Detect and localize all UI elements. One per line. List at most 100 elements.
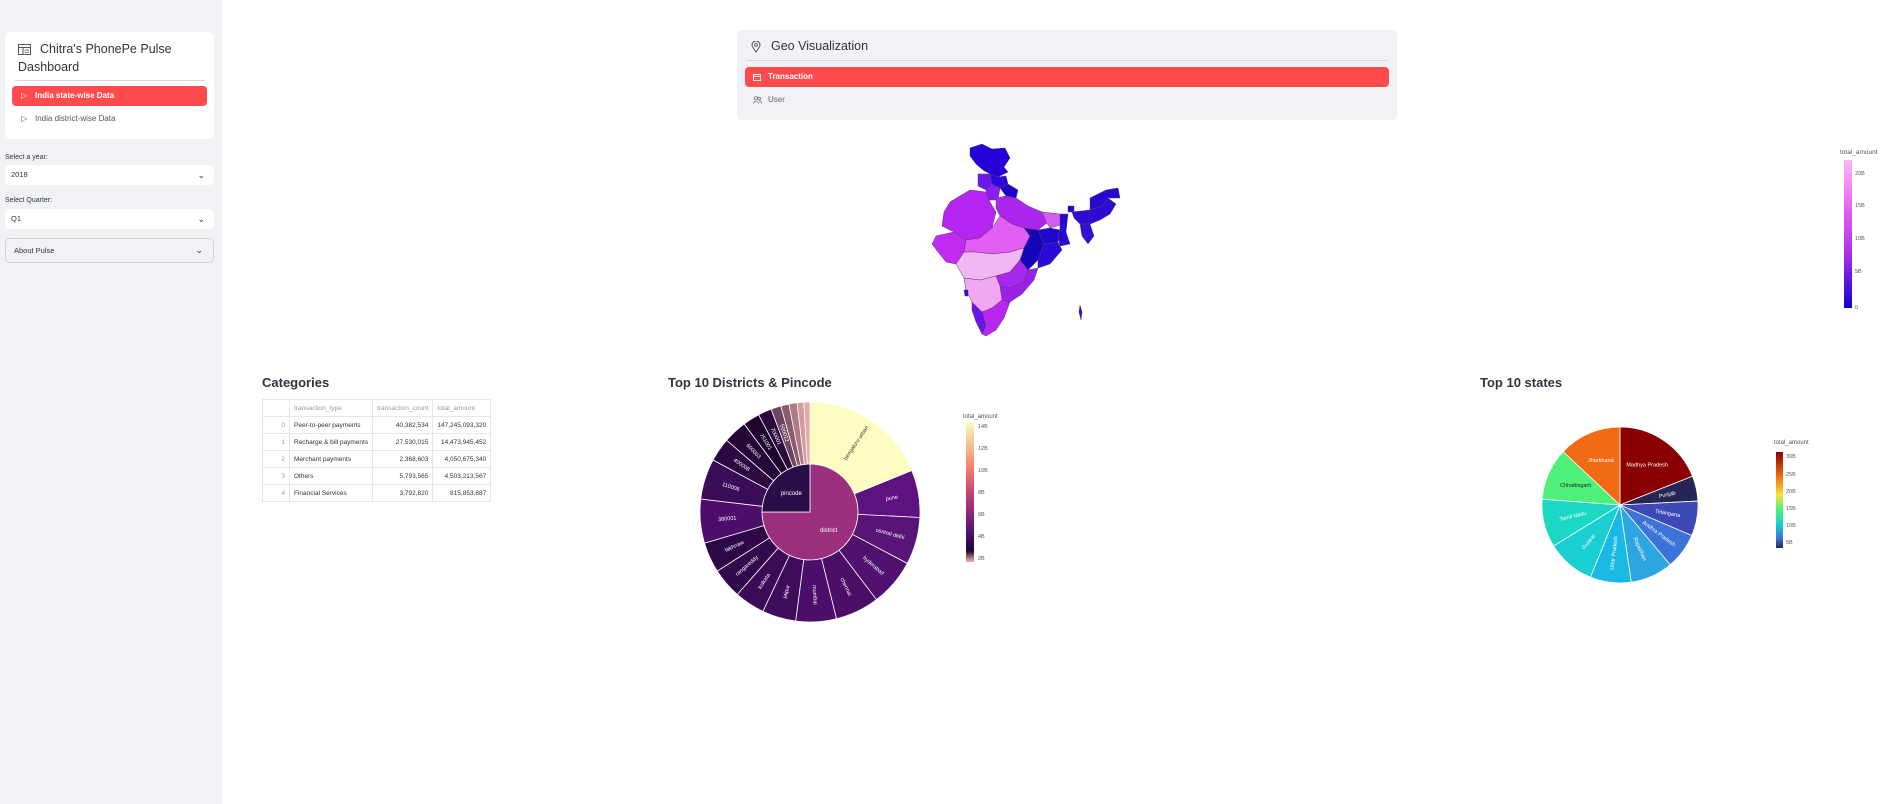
geo-menu: Geo Visualization Transaction User bbox=[737, 30, 1397, 120]
pie-slice-label: Jharkhand bbox=[1588, 458, 1614, 464]
map-colorbar-tick: 5B bbox=[1855, 269, 1862, 275]
sunburst-colorbar-tick: 4B bbox=[978, 534, 985, 540]
map-region-sikkim[interactable] bbox=[1067, 205, 1075, 213]
pie-colorbar-tick: 20B bbox=[1786, 489, 1796, 495]
map-region-andaman[interactable] bbox=[1078, 304, 1083, 321]
table-cell: 1 bbox=[262, 433, 290, 451]
map-colorbar-tick: 15B bbox=[1855, 203, 1865, 209]
sunburst-colorbar-tick: 2B bbox=[978, 556, 985, 562]
table-cell: 5,793,565 bbox=[372, 467, 434, 485]
pie-colorbar-tick: 15B bbox=[1786, 506, 1796, 512]
menu-divider bbox=[15, 80, 205, 81]
sunburst-inner-label: district bbox=[820, 528, 838, 534]
pie-slice-label: Chhattisgarh bbox=[1560, 483, 1591, 489]
quarter-value: Q1 bbox=[11, 214, 22, 223]
map-region-wb[interactable] bbox=[1057, 213, 1071, 247]
quarter-label: Select Quarter: bbox=[5, 197, 53, 204]
map-colorbar-tick: 0 bbox=[1855, 305, 1858, 311]
pie-colorbar-tick: 30B bbox=[1786, 454, 1796, 460]
table-row: 2 Merchant payments 2,368,603 4,050,675,… bbox=[262, 450, 492, 468]
map-colorbar: total_amount 20B 15B 10B 5B 0 bbox=[1840, 149, 1878, 311]
sunburst-colorbar-tick: 6B bbox=[978, 512, 985, 518]
categories-table[interactable]: transaction_type transaction_count total… bbox=[262, 399, 492, 502]
tab-label: User bbox=[768, 95, 785, 104]
tab-user[interactable]: User bbox=[745, 90, 1389, 110]
menu-item-state-wise[interactable]: ▷ India state-wise Data bbox=[12, 86, 207, 106]
map-pin-icon bbox=[751, 40, 761, 56]
sunburst-colorbar: total_amount 14B 12B 10B 8B 6B 4B 2B bbox=[963, 414, 998, 562]
sidebar: Chitra's PhonePe Pulse Dashboard ▷ India… bbox=[0, 0, 222, 804]
table-cell: 2,368,603 bbox=[372, 450, 434, 468]
table-cell: Merchant payments bbox=[288, 450, 374, 468]
table-cell: 3 bbox=[262, 467, 290, 485]
menu-title-line1: Chitra's PhonePe Pulse bbox=[40, 42, 172, 56]
table-cell: 14,473,945,452 bbox=[432, 433, 492, 451]
quarter-select[interactable]: Q1 ⌄ bbox=[5, 209, 214, 229]
map-region-ne-south[interactable] bbox=[1079, 223, 1095, 245]
table-cell: 3,792,820 bbox=[372, 484, 434, 502]
table-header-row: transaction_type transaction_count total… bbox=[262, 399, 492, 417]
table-cell: Recharge & bill payments bbox=[288, 433, 374, 451]
users-icon bbox=[753, 90, 762, 110]
pie-colorbar-tick: 10B bbox=[1786, 523, 1796, 529]
chevron-down-icon: ⌄ bbox=[195, 245, 203, 255]
table-cell: 4,050,675,340 bbox=[432, 450, 492, 468]
table-cell: Financial Services bbox=[288, 484, 374, 502]
table-cell: 2 bbox=[262, 450, 290, 468]
table-cell: 0 bbox=[262, 416, 290, 434]
table-header[interactable]: transaction_type bbox=[288, 399, 374, 417]
map-region-jk[interactable] bbox=[969, 143, 1011, 178]
play-icon: ▷ bbox=[21, 114, 28, 123]
play-icon: ▷ bbox=[21, 91, 28, 100]
chevron-down-icon: ⌄ bbox=[197, 170, 205, 180]
table-row: 4 Financial Services 3,792,820 815,853,6… bbox=[262, 484, 492, 502]
districts-pincode-sunburst[interactable]: districtpincodebengaluru urbanpunecentra… bbox=[690, 392, 930, 632]
table-row: 0 Peer-to-peer payments 40,382,534 147,2… bbox=[262, 416, 492, 434]
menu-item-label: India district-wise Data bbox=[35, 114, 116, 123]
chevron-down-icon: ⌄ bbox=[197, 214, 205, 224]
table-cell: Others bbox=[288, 467, 374, 485]
year-label: Select a year: bbox=[5, 154, 48, 161]
map-colorbar-tick: 10B bbox=[1855, 236, 1865, 242]
menu-item-district-wise[interactable]: ▷ India district-wise Data bbox=[12, 109, 207, 129]
table-cell: 147,245,093,320 bbox=[432, 416, 492, 434]
year-value: 2018 bbox=[11, 170, 28, 179]
sunburst-title: Top 10 Districts & Pincode bbox=[668, 375, 832, 390]
table-header bbox=[262, 399, 290, 417]
categories-title: Categories bbox=[262, 375, 330, 390]
table-cell: 4,503,213,567 bbox=[432, 467, 492, 485]
pie-colorbar-tick: 5B bbox=[1786, 540, 1793, 546]
table-header[interactable]: transaction_count bbox=[372, 399, 434, 417]
sunburst-colorbar-tick: 14B bbox=[978, 424, 988, 430]
table-cell: Peer-to-peer payments bbox=[288, 416, 374, 434]
about-pulse-label: About Pulse bbox=[14, 246, 55, 255]
sunburst-inner-label: pincode bbox=[781, 491, 803, 497]
menu-item-label: India state-wise Data bbox=[35, 91, 115, 100]
sunburst-colorbar-tick: 8B bbox=[978, 490, 985, 496]
geo-divider bbox=[747, 60, 1387, 61]
pie-colorbar-tick: 25B bbox=[1786, 472, 1796, 478]
table-cell: 27,530,015 bbox=[372, 433, 434, 451]
pie-colorbar: total_amount 30B 25B 20B 15B 10B 5B bbox=[1774, 440, 1809, 548]
india-choropleth-map[interactable] bbox=[930, 140, 1120, 350]
sunburst-outer-label: mumbai bbox=[811, 585, 818, 605]
table-cell: 40,382,534 bbox=[372, 416, 434, 434]
calendar-icon bbox=[753, 67, 761, 87]
pie-colorbar-title: total_amount bbox=[1774, 440, 1809, 446]
year-select[interactable]: 2018 ⌄ bbox=[5, 165, 214, 185]
map-region-goa[interactable] bbox=[963, 289, 969, 297]
tab-transaction[interactable]: Transaction bbox=[745, 67, 1389, 87]
table-row: 1 Recharge & bill payments 27,530,015 14… bbox=[262, 433, 492, 451]
geo-title-text: Geo Visualization bbox=[771, 39, 869, 53]
top-states-pie[interactable]: Madhya PradeshPunjabTelanganaAndhra Prad… bbox=[1535, 420, 1705, 590]
pie-title: Top 10 states bbox=[1480, 375, 1563, 390]
table-cell: 4 bbox=[262, 484, 290, 502]
table-header[interactable]: total_amount bbox=[432, 399, 492, 417]
table-cell: 815,853,687 bbox=[432, 484, 492, 502]
about-pulse-expander[interactable]: About Pulse ⌄ bbox=[5, 238, 214, 263]
sunburst-colorbar-tick: 12B bbox=[978, 446, 988, 452]
option-menu: Chitra's PhonePe Pulse Dashboard ▷ India… bbox=[5, 32, 214, 139]
pie-slice-label: Madhya Pradesh bbox=[1626, 462, 1668, 468]
menu-title-line2: Dashboard bbox=[18, 60, 80, 74]
sunburst-colorbar-tick: 10B bbox=[978, 468, 988, 474]
